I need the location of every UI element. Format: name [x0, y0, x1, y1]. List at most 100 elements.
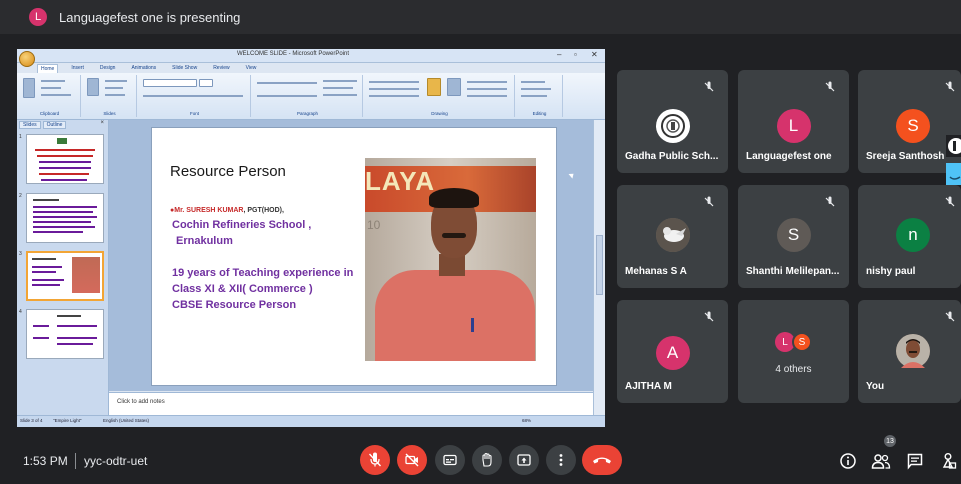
ribbon-tab-design: Design	[99, 65, 116, 71]
avatar: n	[896, 218, 930, 252]
chat-button[interactable]	[905, 451, 925, 471]
info-icon	[840, 453, 856, 469]
participant-name: Sreeja Santhosh	[866, 151, 945, 162]
mini-avatar: S	[792, 332, 812, 352]
participant-name: You	[866, 381, 885, 392]
others-tile[interactable]: L S 4 others	[738, 300, 849, 403]
ppt-status-bar: Slide 3 of 4 "Empire Light" English (Uni…	[17, 415, 605, 427]
camera-off-icon	[405, 453, 419, 467]
participant-name: Shanthi Melilepan...	[746, 266, 840, 277]
ribbon-tab-animations: Animations	[131, 65, 157, 71]
participant-tile[interactable]: S Shanthi Melilepan...	[738, 185, 849, 288]
presenting-text: Languagefest one is presenting	[59, 9, 241, 25]
mic-off-icon	[704, 311, 714, 322]
participant-tile[interactable]: S Sreeja Santhosh	[858, 70, 961, 173]
ribbon-group-paragraph: Paragraph	[253, 75, 363, 117]
chat-icon	[907, 453, 923, 470]
ribbon-group-slides: Slides	[83, 75, 137, 117]
ribbon-group-editing: Editing	[517, 75, 563, 117]
participant-tile[interactable]: L Languagefest one	[738, 70, 849, 173]
notes-pane: Click to add notes	[109, 392, 593, 415]
self-tile[interactable]: You	[858, 300, 961, 403]
slide-thumbnail-3	[26, 251, 104, 301]
more-options-button[interactable]	[546, 445, 576, 475]
mic-toggle-button[interactable]	[360, 445, 390, 475]
scrollbar-thumb	[596, 235, 603, 295]
participant-tile[interactable]: n nishy paul	[858, 185, 961, 288]
avatar: S	[896, 109, 930, 143]
participant-tile[interactable]: A AJITHA M	[617, 300, 728, 403]
paste-icon	[23, 78, 35, 98]
participant-tile[interactable]: Mehanas S A	[617, 185, 728, 288]
ribbon-group-drawing: Drawing	[365, 75, 515, 117]
pane-tabs: Slides Outline	[19, 121, 67, 129]
meeting-details-button[interactable]	[838, 451, 858, 471]
ppt-titlebar: WELCOME SLIDE - Microsoft PowerPoint – ▫…	[17, 49, 605, 63]
exp-line-3: CBSE Resource Person	[172, 299, 297, 311]
leave-call-button[interactable]	[582, 445, 622, 475]
resource-person-photo: LAYA 10	[365, 158, 536, 361]
group-label: Slides	[103, 111, 116, 116]
camera-toggle-button[interactable]	[397, 445, 427, 475]
font-name-box	[143, 79, 197, 87]
ribbon-tab-home: Home	[37, 64, 59, 73]
status-language: English (United States)	[103, 418, 150, 423]
thumb-photo	[72, 257, 100, 293]
pane-tab-slides: Slides	[19, 121, 41, 129]
participant-name: Mehanas S A	[625, 266, 687, 277]
school-text: Cochin Refineries School , Ernakulum	[172, 217, 311, 249]
mic-off-icon	[945, 311, 955, 322]
office-button-icon	[19, 51, 35, 67]
slide-thumbnail-1	[26, 134, 104, 184]
exp-line-2: Class XI & XII( Commerce )	[172, 283, 313, 295]
mic-off-icon	[368, 452, 382, 467]
vertical-scrollbar	[593, 120, 605, 415]
ribbon-tab-slideshow: Slide Show	[172, 65, 198, 71]
captions-button[interactable]	[435, 445, 465, 475]
side-panel-icon[interactable]	[946, 135, 961, 157]
divider	[75, 453, 76, 469]
minimize-icon: –	[557, 50, 562, 59]
participant-tile[interactable]: Gadha Public Sch...	[617, 70, 728, 173]
resource-person-name: ●Mr. SURESH KUMAR, PGT(HOD),	[170, 207, 284, 214]
status-zoom: 68%	[522, 418, 532, 423]
ribbon-group-font: Font	[139, 75, 251, 117]
name-suffix: , PGT(HOD),	[243, 207, 284, 214]
participant-name: Languagefest one	[746, 151, 832, 162]
mic-off-icon	[704, 196, 714, 207]
activities-icon	[942, 453, 957, 469]
phone-hangup-icon	[593, 457, 611, 464]
meeting-code: yyc-odtr-uet	[84, 454, 148, 468]
participant-name: Gadha Public Sch...	[625, 151, 719, 162]
ribbon: Clipboard Slides Font Paragraph Drawing …	[17, 73, 605, 120]
ribbon-tab-review: Review	[213, 65, 230, 71]
side-action-icon[interactable]	[946, 163, 961, 185]
quick-styles-icon	[447, 78, 461, 96]
ribbon-group-clipboard: Clipboard	[19, 75, 81, 117]
current-slide: Resource Person ●Mr. SURESH KUMAR, PGT(H…	[151, 127, 557, 386]
people-button[interactable]	[871, 451, 891, 471]
slide-edit-area: Resource Person ●Mr. SURESH KUMAR, PGT(H…	[109, 120, 593, 391]
slides-pane: Slides Outline × 1 2 3 4	[17, 120, 109, 415]
present-button[interactable]	[509, 445, 539, 475]
thumb-number: 1	[19, 134, 22, 140]
experience-text: 19 years of Teaching experience in Class…	[172, 265, 353, 313]
group-label: Clipboard	[39, 111, 60, 116]
pane-close-icon: ×	[100, 120, 104, 126]
activities-button[interactable]	[938, 451, 958, 471]
raise-hand-button[interactable]	[472, 445, 502, 475]
self-photo-avatar	[896, 334, 930, 368]
more-vert-icon	[559, 454, 563, 466]
participant-name: AJITHA M	[625, 381, 672, 392]
presenting-banner: L Languagefest one is presenting	[0, 0, 961, 34]
shared-screen[interactable]: WELCOME SLIDE - Microsoft PowerPoint – ▫…	[17, 49, 605, 427]
participant-count-badge: 13	[884, 435, 896, 447]
arrange-icon	[427, 78, 441, 96]
photo-sign-text: LAYA	[365, 166, 436, 196]
avatar: S	[776, 218, 811, 252]
school-line-2: Ernakulum	[176, 235, 233, 247]
meet-window: L Languagefest one is presenting WELCOME…	[0, 0, 961, 484]
slide-thumbnail-2	[26, 193, 104, 243]
mic-off-icon	[704, 81, 714, 92]
exp-line-1: 19 years of Teaching experience in	[172, 267, 354, 279]
